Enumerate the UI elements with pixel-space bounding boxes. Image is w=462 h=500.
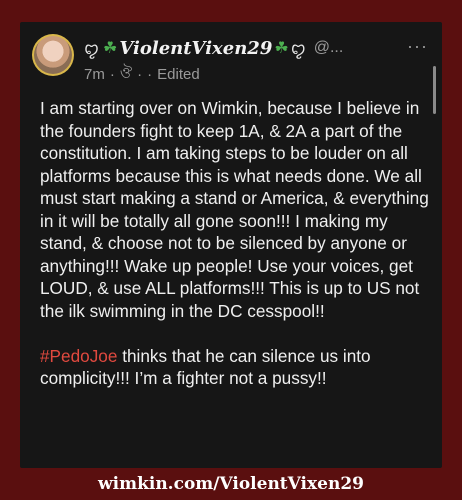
globe-icon: ঔ [119,64,133,82]
post-time[interactable]: 7m [84,66,105,83]
edited-label: Edited [157,65,200,83]
hashtag-link[interactable]: #PedoJoe [40,346,117,366]
more-options-icon[interactable]: ··· [407,36,428,57]
avatar-photo [34,36,72,74]
clover-left-icon: ☘ [103,40,118,57]
author-handle[interactable]: @... [314,39,344,57]
post-card: ꨄ ☘ ViolentVixen29 ☘ ꨄ @... ··· 7m · ঔ ·… [20,22,442,468]
watermark-url: wimkin.com/ViolentVixen29 [98,474,364,494]
author-name-row[interactable]: ꨄ ☘ ViolentVixen29 ☘ ꨄ @... [84,36,414,60]
meta-separator: · [109,65,115,83]
post-paragraph: I am starting over on Wimkin, because I … [40,98,429,321]
meta-separator: · [137,65,143,83]
post-body: I am starting over on Wimkin, because I … [40,97,432,390]
author-display-name[interactable]: ViolentVixen29 [119,38,272,59]
avatar[interactable] [32,34,74,76]
meta-separator: · [147,65,153,83]
clover-right-icon: ☘ [274,40,289,57]
post-meta: 7m · ঔ · · Edited [84,64,200,84]
scrollbar[interactable] [433,66,436,114]
decoration-left-icon: ꨄ [84,41,100,58]
post-paragraph: #PedoJoe thinks that he can silence us i… [40,345,432,390]
decoration-right-icon: ꨄ [290,41,306,58]
